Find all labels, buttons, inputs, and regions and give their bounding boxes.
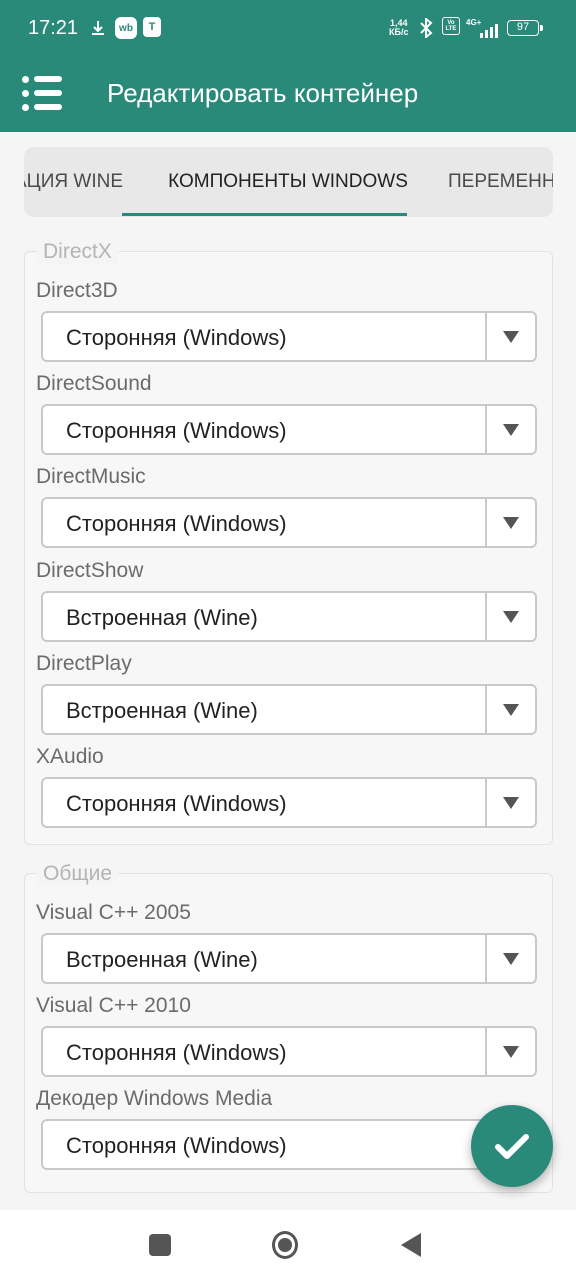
dropdown-arrow-icon	[485, 779, 535, 826]
field-label: DirectSound	[36, 372, 152, 395]
system-nav-bar	[0, 1210, 576, 1280]
tab-wine-configuration[interactable]: АЦИЯ WINE	[24, 147, 123, 217]
field-label: DirectMusic	[36, 465, 146, 488]
bluetooth-icon	[417, 17, 435, 39]
status-bar: 17:21 wb T 1,44 КБ/с Vo LTE 4G+ 97	[0, 0, 576, 60]
menu-icon[interactable]	[22, 76, 62, 112]
tab-bar: АЦИЯ WINE КОМПОНЕНТЫ WINDOWS ПЕРЕМЕНН	[24, 147, 553, 217]
xaudio-select[interactable]: Сторонняя (Windows)	[41, 777, 537, 828]
select-value: Встроенная (Wine)	[66, 605, 258, 630]
dropdown-arrow-icon	[485, 499, 535, 546]
select-value: Сторонняя (Windows)	[66, 1040, 287, 1065]
select-value: Встроенная (Wine)	[66, 698, 258, 723]
select-value: Сторонняя (Windows)	[66, 1133, 287, 1158]
recents-icon[interactable]	[147, 1232, 173, 1258]
check-icon	[495, 1134, 529, 1159]
section-title: Общие	[37, 862, 119, 886]
home-icon[interactable]	[272, 1231, 298, 1259]
section-title: DirectX	[37, 240, 118, 264]
select-value: Встроенная (Wine)	[66, 947, 258, 972]
dropdown-arrow-icon	[485, 686, 535, 733]
battery-level: 97	[516, 21, 530, 33]
status-time: 17:21	[28, 17, 79, 39]
field-label: Декодер Windows Media	[36, 1087, 273, 1110]
field-label: DirectPlay	[36, 652, 132, 675]
wmdecoder-select[interactable]: Сторонняя (Windows)	[41, 1119, 537, 1170]
dropdown-arrow-icon	[485, 313, 535, 360]
confirm-button[interactable]	[471, 1105, 553, 1187]
field-label: XAudio	[36, 745, 104, 768]
select-value: Сторонняя (Windows)	[66, 418, 287, 443]
select-value: Сторонняя (Windows)	[66, 791, 287, 816]
battery-icon: 97	[507, 20, 543, 36]
dropdown-arrow-icon	[485, 406, 535, 453]
field-label: DirectShow	[36, 559, 144, 582]
signal-icon: 4G+	[466, 18, 500, 38]
t-app-icon: T	[143, 17, 161, 37]
app-bar: Редактировать контейнер	[0, 60, 576, 132]
directshow-select[interactable]: Встроенная (Wine)	[41, 591, 537, 642]
dropdown-arrow-icon	[485, 935, 535, 982]
select-value: Сторонняя (Windows)	[66, 511, 287, 536]
dropdown-arrow-icon	[485, 1028, 535, 1075]
directmusic-select[interactable]: Сторонняя (Windows)	[41, 497, 537, 548]
direct3d-select[interactable]: Сторонняя (Windows)	[41, 311, 537, 362]
vcpp2005-select[interactable]: Встроенная (Wine)	[41, 933, 537, 984]
page-title: Редактировать контейнер	[107, 78, 419, 108]
tab-environment-variables[interactable]: ПЕРЕМЕНН	[448, 147, 553, 217]
field-label: Direct3D	[36, 279, 118, 302]
field-label: Visual C++ 2010	[36, 994, 191, 1017]
network-speed-unit: КБ/с	[389, 27, 409, 37]
tab-windows-components[interactable]: КОМПОНЕНТЫ WINDOWS	[146, 147, 430, 217]
directx-section: DirectX Direct3D Сторонняя (Windows) Dir…	[24, 240, 553, 845]
download-icon	[89, 17, 107, 39]
volte-icon: Vo LTE	[442, 17, 460, 35]
tab-indicator	[122, 213, 407, 216]
dropdown-arrow-icon	[485, 593, 535, 640]
wb-app-icon: wb	[115, 17, 137, 39]
directsound-select[interactable]: Сторонняя (Windows)	[41, 404, 537, 455]
field-label: Visual C++ 2005	[36, 901, 191, 924]
directplay-select[interactable]: Встроенная (Wine)	[41, 684, 537, 735]
back-icon[interactable]	[398, 1232, 424, 1258]
select-value: Сторонняя (Windows)	[66, 325, 287, 350]
network-speed: 1,44 КБ/с	[389, 19, 408, 37]
vcpp2010-select[interactable]: Сторонняя (Windows)	[41, 1026, 537, 1077]
